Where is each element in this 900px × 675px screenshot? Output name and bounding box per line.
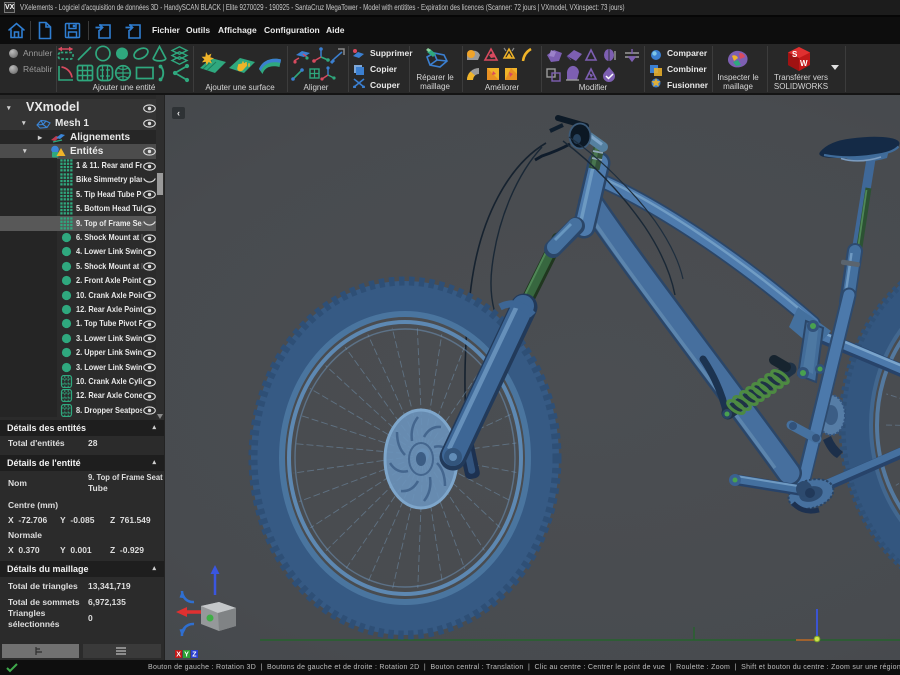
svg-text:W: W [800, 59, 808, 68]
svg-text:X: X [176, 652, 181, 659]
svg-text:S: S [792, 50, 798, 59]
svg-text:Y: Y [184, 652, 189, 659]
svg-text:Z: Z [192, 652, 197, 659]
